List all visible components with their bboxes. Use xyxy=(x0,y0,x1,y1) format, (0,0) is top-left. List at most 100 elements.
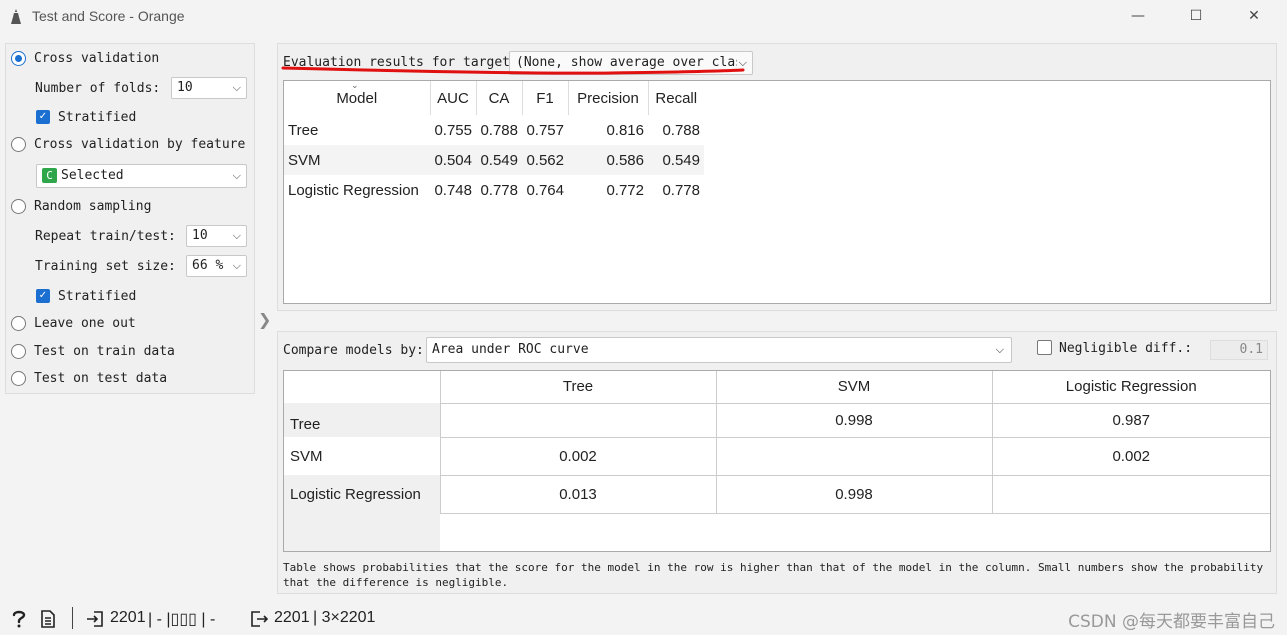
table-row[interactable]: SVM 0.504 0.549 0.562 0.586 0.549 xyxy=(284,145,704,175)
model-cell: Logistic Regression xyxy=(288,181,419,199)
comparison-cell: 0.987 xyxy=(991,403,1270,438)
test-on-train-label[interactable]: Test on train data xyxy=(34,344,175,359)
compare-metric-value: Area under ROC curve xyxy=(432,342,589,357)
table-row: Tree 0.998 0.987 xyxy=(284,402,1270,438)
test-on-test-label[interactable]: Test on test data xyxy=(34,371,167,386)
chevron-down-icon: ⌵ xyxy=(232,169,241,182)
auc-cell: 0.755 xyxy=(434,121,472,139)
categorical-badge-icon: C xyxy=(42,168,57,183)
f1-cell: 0.562 xyxy=(522,145,568,175)
stratified-label-1[interactable]: Stratified xyxy=(58,110,136,125)
f1-cell: 0.764 xyxy=(526,181,564,199)
precision-cell: 0.772 xyxy=(606,181,644,199)
column-header-ca[interactable]: CA xyxy=(476,81,523,115)
cv-by-feature-radio[interactable] xyxy=(11,137,26,152)
column-header-model[interactable]: ⌄ Model xyxy=(284,81,431,115)
filler-cell xyxy=(284,513,440,551)
repeat-value: 10 xyxy=(192,228,208,243)
recall-cell: 0.778 xyxy=(662,181,700,199)
stratified-checkbox-2[interactable]: ✓ xyxy=(36,289,50,303)
red-underline-annotation xyxy=(281,66,745,75)
column-header-logistic-regression: Logistic Regression xyxy=(991,371,1270,404)
folds-label: Number of folds: xyxy=(35,81,161,96)
model-cell: SVM xyxy=(284,145,430,175)
train-size-combo[interactable]: 66 % ⌵ xyxy=(186,255,247,277)
input-summary: | - |▯▯▯ | - xyxy=(148,611,216,628)
negligible-diff-checkbox[interactable] xyxy=(1037,340,1052,355)
negligible-diff-input[interactable]: 0.1 xyxy=(1210,340,1268,360)
train-size-label: Training set size: xyxy=(35,259,176,274)
feature-value: Selected xyxy=(61,168,124,183)
stratified-label-2[interactable]: Stratified xyxy=(58,289,136,304)
comparison-header-row: Tree SVM Logistic Regression xyxy=(284,371,1270,404)
folds-combo[interactable]: 10 ⌵ xyxy=(171,77,247,99)
ca-cell: 0.549 xyxy=(476,145,522,175)
close-button[interactable]: ✕ xyxy=(1242,6,1266,28)
comparison-cell: 0.002 xyxy=(991,437,1270,476)
repeat-label: Repeat train/test: xyxy=(35,229,176,244)
compare-metric-combo[interactable]: Area under ROC curve ⌵ xyxy=(426,337,1012,363)
cv-by-feature-label[interactable]: Cross validation by feature xyxy=(34,137,245,152)
column-header-svm: SVM xyxy=(715,371,992,404)
ca-cell: 0.778 xyxy=(480,181,518,199)
comparison-cell xyxy=(439,402,716,438)
chevron-down-icon: ⌵ xyxy=(995,343,1004,356)
cross-validation-label[interactable]: Cross validation xyxy=(34,51,159,66)
folds-value: 10 xyxy=(177,80,193,95)
recall-cell: 0.788 xyxy=(662,121,700,139)
negligible-diff-label[interactable]: Negligible diff.: xyxy=(1059,341,1192,356)
comparison-cell: 0.998 xyxy=(715,403,992,438)
table-row: Logistic Regression 0.013 0.998 xyxy=(284,475,1270,514)
watermark: CSDN @每天都要丰富自己 xyxy=(1068,612,1275,632)
row-header-logistic-regression: Logistic Regression xyxy=(284,475,440,513)
repeat-combo[interactable]: 10 ⌵ xyxy=(186,225,247,247)
table-row[interactable]: Tree 0.755 0.788 0.757 0.816 0.788 xyxy=(284,115,704,145)
model-cell: Tree xyxy=(288,121,319,139)
output-count: 2201 xyxy=(274,609,310,626)
title-bar: Test and Score - Orange — ☐ ✕ xyxy=(0,0,1287,34)
auc-cell: 0.504 xyxy=(430,145,476,175)
precision-cell: 0.816 xyxy=(606,121,644,139)
random-sampling-radio[interactable] xyxy=(11,199,26,214)
feature-combo[interactable]: C Selected ⌵ xyxy=(36,164,247,188)
table-row[interactable]: Logistic Regression 0.748 0.778 0.764 0.… xyxy=(284,175,704,205)
chevron-down-icon: ⌵ xyxy=(232,229,241,242)
column-header-auc[interactable]: AUC xyxy=(430,81,477,115)
leave-one-out-radio[interactable] xyxy=(11,316,26,331)
cross-validation-radio[interactable] xyxy=(11,51,26,66)
train-size-value: 66 % xyxy=(192,258,224,273)
column-header-recall[interactable]: Recall xyxy=(648,81,704,115)
report-document-icon[interactable] xyxy=(40,610,56,628)
test-on-train-radio[interactable] xyxy=(11,344,26,359)
comparison-table: Tree SVM Logistic Regression Tree 0.998 … xyxy=(283,370,1271,552)
table-row: SVM 0.002 0.002 xyxy=(284,437,1270,476)
comparison-cell xyxy=(715,437,992,476)
f1-cell: 0.757 xyxy=(526,121,564,139)
chevron-down-icon: ⌵ xyxy=(232,81,241,94)
random-sampling-label[interactable]: Random sampling xyxy=(34,199,151,214)
evaluation-table: ⌄ Model AUC CA F1 Precision Recall Tree … xyxy=(283,80,1271,304)
test-on-test-radio[interactable] xyxy=(11,371,26,386)
output-summary: | 3×2201 xyxy=(313,609,376,626)
auc-cell: 0.748 xyxy=(434,181,472,199)
comparison-cell: 0.998 xyxy=(715,475,992,514)
column-header-f1[interactable]: F1 xyxy=(522,81,569,115)
collapse-panel-chevron-icon[interactable]: ❯ xyxy=(258,310,271,329)
status-bar: 2201 | - |▯▯▯ | - 2201 | 3×2201 CSDN @每天… xyxy=(0,603,1287,635)
filler-cell xyxy=(440,513,1270,551)
table-filler-row xyxy=(284,513,1270,551)
ca-cell: 0.788 xyxy=(480,121,518,139)
column-header-precision[interactable]: Precision xyxy=(568,81,649,115)
column-label: Model xyxy=(336,89,378,107)
stratified-checkbox-1[interactable]: ✓ xyxy=(36,110,50,124)
output-data-icon[interactable] xyxy=(250,610,268,628)
input-data-icon[interactable] xyxy=(86,610,104,628)
compare-label: Compare models by: xyxy=(283,343,424,358)
leave-one-out-label[interactable]: Leave one out xyxy=(34,316,136,331)
table-corner xyxy=(284,371,440,403)
column-header-tree: Tree xyxy=(439,371,716,404)
row-header-svm: SVM xyxy=(284,437,440,475)
maximize-button[interactable]: ☐ xyxy=(1184,6,1208,28)
minimize-button[interactable]: — xyxy=(1126,6,1150,28)
help-icon[interactable] xyxy=(11,610,27,628)
